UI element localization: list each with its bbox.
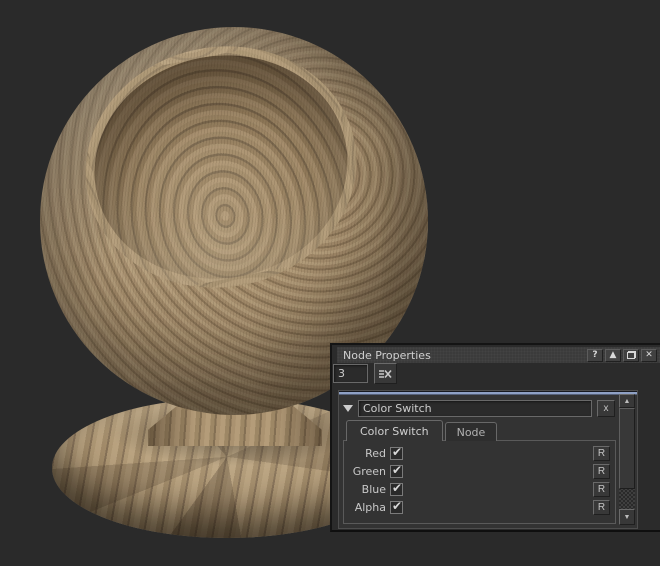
channel-label: Green [344, 465, 386, 478]
properties-scrollbar: ▲ ▼ [619, 394, 635, 525]
node-name-input[interactable] [358, 400, 592, 417]
alpha-reset-button[interactable]: R [593, 500, 610, 515]
channel-label: Blue [344, 483, 386, 496]
node-panel-group: x Color Switch Node Red ✔ R Green ✔ R Bl… [338, 390, 638, 529]
channel-row-green: Green ✔ R [344, 462, 615, 480]
tab-bar: Color Switch Node [346, 420, 497, 441]
clear-all-panels-button[interactable] [374, 363, 397, 384]
channel-row-alpha: Alpha ✔ R [344, 498, 615, 516]
max-panels-input[interactable] [333, 364, 368, 383]
checkmark-icon: ✔ [392, 501, 402, 511]
checkmark-icon: ✔ [392, 447, 402, 457]
scrollbar-thumb[interactable] [619, 408, 635, 489]
red-checkbox[interactable]: ✔ [390, 447, 403, 460]
help-icon[interactable]: ? [587, 349, 603, 362]
clear-panels-icon [379, 369, 392, 379]
node-properties-panel: Node Properties ? ▲ ✕ x Color Switch Nod… [330, 343, 660, 532]
panel-titlebar[interactable]: Node Properties ? ▲ ✕ [337, 347, 660, 363]
panel-title: Node Properties [337, 349, 431, 362]
restore-window-icon[interactable] [623, 349, 639, 362]
close-node-button[interactable]: x [597, 400, 615, 417]
tab-node[interactable]: Node [445, 422, 498, 441]
channel-row-red: Red ✔ R [344, 444, 615, 462]
collapse-triangle-icon[interactable] [343, 405, 353, 412]
green-checkbox[interactable]: ✔ [390, 465, 403, 478]
restore-glyph [627, 351, 636, 359]
channel-row-blue: Blue ✔ R [344, 480, 615, 498]
blue-reset-button[interactable]: R [593, 482, 610, 497]
float-panel-icon[interactable]: ▲ [605, 349, 621, 362]
focus-indicator-line [339, 391, 637, 395]
checkmark-icon: ✔ [392, 465, 402, 475]
checkmark-icon: ✔ [392, 483, 402, 493]
blue-checkbox[interactable]: ✔ [390, 483, 403, 496]
scroll-down-icon[interactable]: ▼ [619, 509, 635, 525]
red-reset-button[interactable]: R [593, 446, 610, 461]
scroll-up-icon[interactable]: ▲ [619, 394, 635, 408]
titlebar-icon-group: ? ▲ ✕ [587, 349, 660, 362]
alpha-checkbox[interactable]: ✔ [390, 501, 403, 514]
channel-label: Alpha [344, 501, 386, 514]
tab-color-switch[interactable]: Color Switch [346, 420, 443, 441]
close-panel-icon[interactable]: ✕ [641, 349, 657, 362]
tab-content: Red ✔ R Green ✔ R Blue ✔ R Alpha ✔ R [343, 440, 616, 524]
green-reset-button[interactable]: R [593, 464, 610, 479]
node-header: x [343, 399, 615, 417]
scrollbar-track[interactable] [619, 408, 635, 509]
channel-label: Red [344, 447, 386, 460]
shader-ball-scoop [65, 27, 378, 311]
